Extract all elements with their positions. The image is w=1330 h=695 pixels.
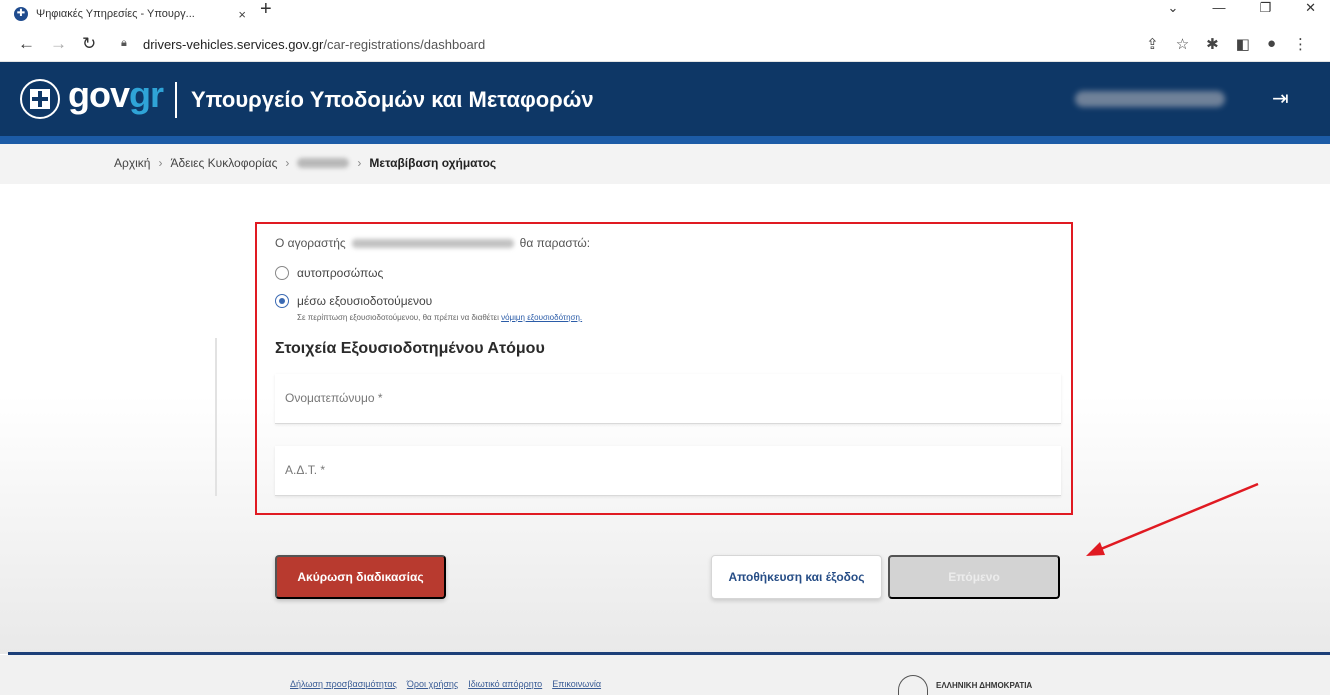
share-icon[interactable]: ⇪ <box>1146 35 1159 53</box>
browser-tab[interactable]: ✚ Ψηφιακές Υπηρεσίες - Υπουργ... × <box>14 0 246 28</box>
tab-search-icon[interactable]: ⌄ <box>1168 0 1179 16</box>
restore-icon[interactable]: ❐ <box>1259 0 1271 16</box>
radio-authorized[interactable] <box>275 294 289 308</box>
footer-links: Δήλωση προσβασιμότητας Όροι χρήσης Ιδιωτ… <box>290 679 601 689</box>
greek-emblem-icon <box>20 79 60 119</box>
tab-title: Ψηφιακές Υπηρεσίες - Υπουργ... <box>36 8 195 20</box>
new-tab-button[interactable]: + <box>260 0 272 19</box>
extensions-icon[interactable]: ✱ <box>1206 35 1219 53</box>
tab-close-icon[interactable]: × <box>238 7 246 22</box>
close-window-icon[interactable]: ✕ <box>1305 0 1316 16</box>
forward-icon[interactable]: → <box>50 34 67 54</box>
id-card-field[interactable]: Α.Δ.Τ. * <box>275 446 1061 496</box>
breadcrumb-home[interactable]: Αρχική <box>114 156 150 170</box>
profile-icon[interactable]: ● <box>1267 35 1276 53</box>
site-favicon-icon: ✚ <box>14 7 28 21</box>
header-stripe <box>0 136 1330 144</box>
buyer-statement: Ο αγοραστής θα παραστώ: <box>275 236 590 250</box>
breadcrumb: Αρχική › Άδειες Κυκλοφορίας › › Μεταβίβα… <box>114 156 496 170</box>
annotation-arrow-icon <box>1086 482 1259 556</box>
logo-gov: gov <box>68 74 130 115</box>
header-divider <box>175 82 177 118</box>
cancel-process-button[interactable]: Ακύρωση διαδικασίας <box>275 555 446 599</box>
footer: Δήλωση προσβασιμότητας Όροι χρήσης Ιδιωτ… <box>0 655 1330 695</box>
user-name-redacted <box>1075 91 1225 107</box>
site-header: govgr Υπουργείο Υποδομών και Μεταφορών ⇥ <box>0 62 1330 138</box>
breadcrumb-separator: › <box>285 156 290 170</box>
url-field[interactable]: drivers-vehicles.services.gov.gr/car-reg… <box>143 37 485 52</box>
authorization-hint: Σε περίπτωση εξουσιοδοτούμενου, θα πρέπε… <box>297 313 582 322</box>
url-domain: drivers-vehicles.services.gov.gr <box>143 37 324 52</box>
id-card-input[interactable] <box>275 446 1061 495</box>
url-path: /car-registrations/dashboard <box>323 37 486 52</box>
left-rail-line <box>215 338 217 496</box>
option-authorized[interactable]: μέσω εξουσιοδοτούμενου <box>275 294 432 308</box>
footer-link-accessibility[interactable]: Δήλωση προσβασιμότητας <box>290 679 397 689</box>
logout-icon[interactable]: ⇥ <box>1272 88 1294 110</box>
save-and-exit-button[interactable]: Αποθήκευση και έξοδος <box>711 555 882 599</box>
section-title: Στοιχεία Εξουσιοδοτημένου Ατόμου <box>275 340 545 357</box>
radio-in-person[interactable] <box>275 266 289 280</box>
browser-tab-bar: ✚ Ψηφιακές Υπηρεσίες - Υπουργ... × + ⌄ —… <box>0 0 1330 28</box>
ministry-title: Υπουργείο Υποδομών και Μεταφορών <box>191 87 594 112</box>
fullname-field[interactable]: Ονοματεπώνυμο * <box>275 374 1061 424</box>
side-panel-icon[interactable]: ◧ <box>1236 35 1250 53</box>
footer-link-terms[interactable]: Όροι χρήσης <box>407 679 458 689</box>
window-controls: ⌄ — ❐ ✕ <box>1168 0 1316 16</box>
browser-toolbar: ⇪ ☆ ✱ ◧ ● ⋮ <box>1146 35 1308 53</box>
breadcrumb-separator: › <box>158 156 163 170</box>
breadcrumb-current: Μεταβίβαση οχήματος <box>369 156 497 170</box>
breadcrumb-registrations[interactable]: Άδειες Κυκλοφορίας <box>170 156 277 170</box>
option-in-person-label: αυτοπροσώπως <box>297 266 384 280</box>
reload-icon[interactable]: ↻ <box>82 34 96 54</box>
hellenic-seal-icon <box>898 675 928 695</box>
buyer-name-redacted <box>351 238 514 248</box>
logo-gr: gr <box>129 74 164 115</box>
buyer-suffix: θα παραστώ: <box>519 236 591 250</box>
fullname-input[interactable] <box>275 374 1061 423</box>
minimize-icon[interactable]: — <box>1212 0 1225 16</box>
authorization-form-panel: Ο αγοραστής θα παραστώ: αυτοπροσώπως μέσ… <box>255 222 1073 515</box>
footer-brand-text: ΕΛΛΗΝΙΚΗ ΔΗΜΟΚΡΑΤΙΑ <box>936 680 1033 690</box>
buyer-prefix: Ο αγοραστής <box>275 236 346 250</box>
breadcrumb-bar: Αρχική › Άδειες Κυκλοφορίας › › Μεταβίβα… <box>0 144 1330 184</box>
footer-link-privacy[interactable]: Ιδιωτικό απόρρητο <box>468 679 542 689</box>
hint-link[interactable]: νόμιμη εξουσιοδότηση. <box>501 313 582 322</box>
breadcrumb-redacted[interactable] <box>297 158 350 168</box>
footer-link-contact[interactable]: Επικοινωνία <box>552 679 601 689</box>
address-bar: ← → ↻ 🔒︎ drivers-vehicles.services.gov.g… <box>0 28 1330 62</box>
option-authorized-label: μέσω εξουσιοδοτούμενου <box>297 294 433 308</box>
hint-text: Σε περίπτωση εξουσιοδοτούμενου, θα πρέπε… <box>297 313 499 322</box>
footer-brand: ΕΛΛΗΝΙΚΗ ΔΗΜΟΚΡΑΤΙΑ <box>898 675 1032 695</box>
breadcrumb-separator: › <box>357 156 362 170</box>
option-in-person[interactable]: αυτοπροσώπως <box>275 266 383 280</box>
menu-icon[interactable]: ⋮ <box>1293 35 1308 53</box>
lock-icon[interactable]: 🔒︎ <box>121 37 127 50</box>
bookmark-star-icon[interactable]: ☆ <box>1176 35 1189 53</box>
back-icon[interactable]: ← <box>18 34 35 54</box>
next-button[interactable]: Επόμενο <box>888 555 1060 599</box>
govgr-logo[interactable]: govgr <box>68 74 164 116</box>
